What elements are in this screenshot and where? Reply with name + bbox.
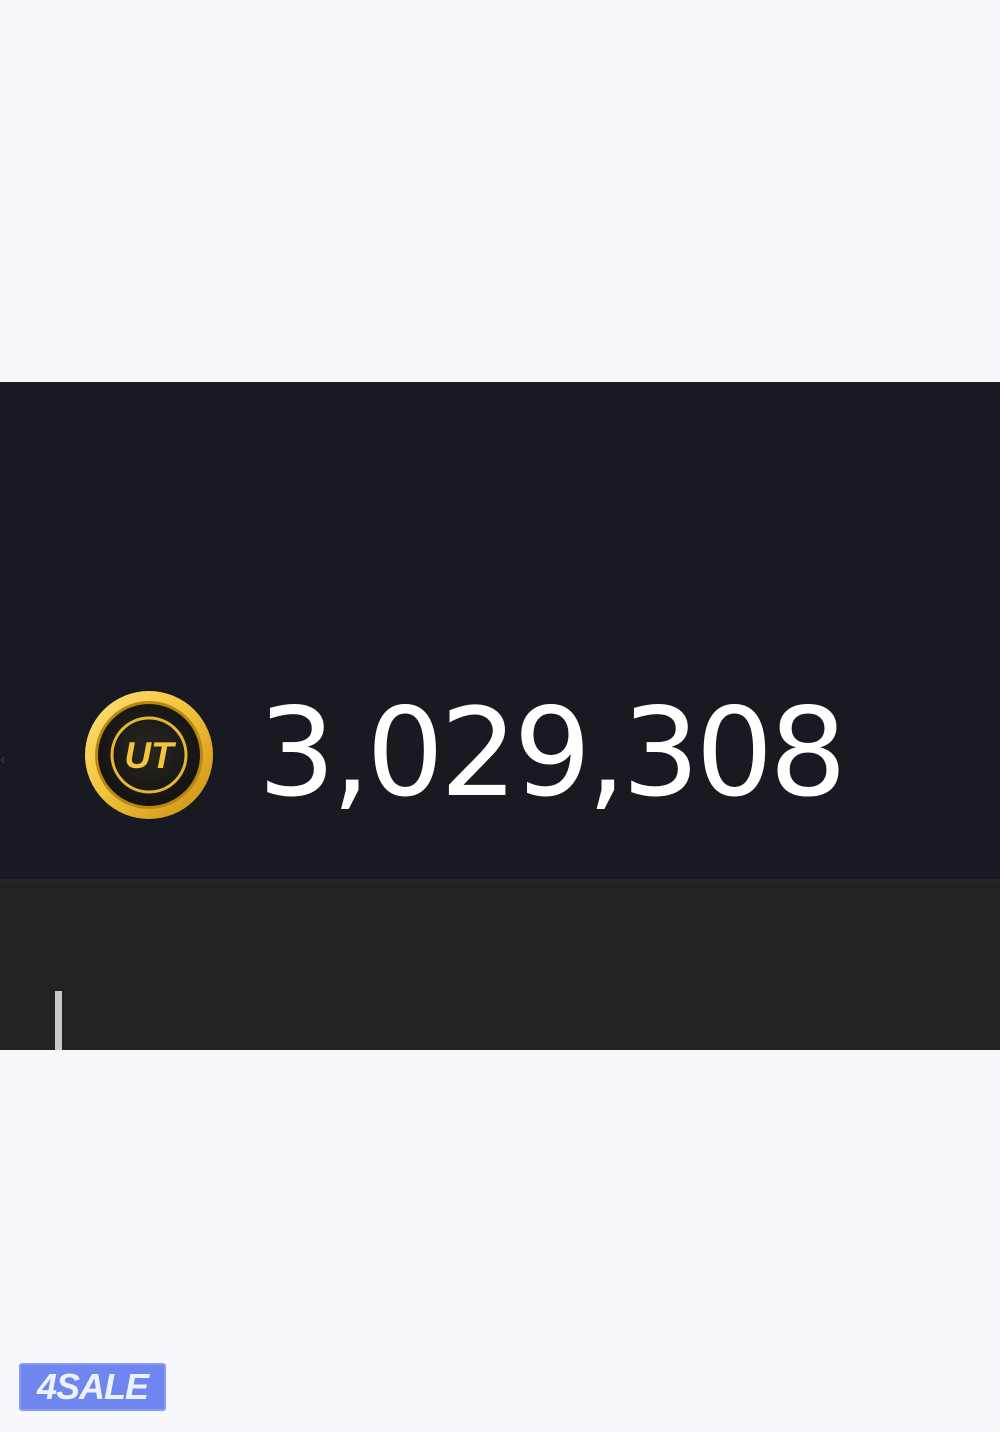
input-panel[interactable] bbox=[0, 879, 1000, 1050]
currency-screenshot: ‹ UT 3,029,308 bbox=[0, 382, 1000, 1050]
ut-coin-icon: UT bbox=[85, 691, 213, 819]
currency-header: ‹ UT 3,029,308 bbox=[0, 382, 1000, 879]
coin-balance: 3,029,308 bbox=[258, 682, 847, 824]
panel-divider bbox=[0, 879, 1000, 883]
chevron-left-icon: ‹ bbox=[0, 751, 6, 768]
text-cursor bbox=[55, 991, 62, 1050]
watermark-badge: 4SALE bbox=[19, 1363, 166, 1411]
ut-coin-label: UT bbox=[124, 735, 177, 776]
